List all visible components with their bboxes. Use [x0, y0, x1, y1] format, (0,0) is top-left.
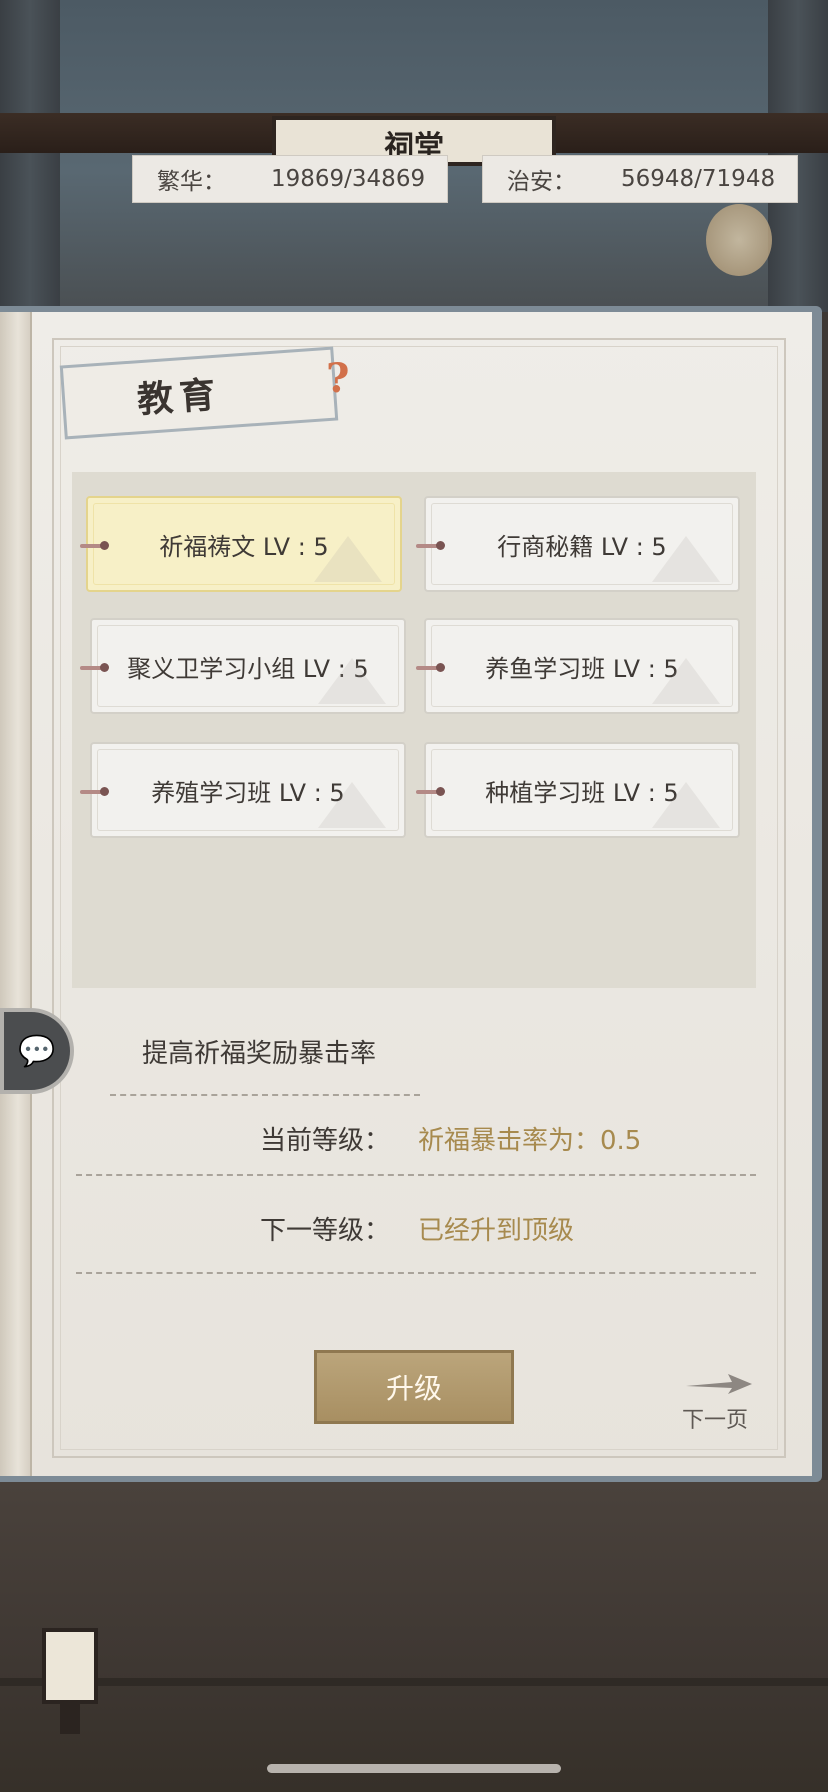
security-label: 治安： [507, 169, 576, 195]
security-value: 56948/71948 [621, 166, 776, 192]
connector-pin [416, 787, 445, 796]
connector-pin [80, 663, 109, 672]
panel-title: 教育 [135, 373, 223, 422]
next-page-button[interactable]: 下一页 [682, 1402, 748, 1434]
mountain-decoration [652, 782, 720, 828]
lamp-stand [60, 1704, 80, 1734]
skill-item-trade[interactable]: 行商秘籍 LV : 5 [424, 496, 740, 592]
connector-pin [416, 663, 445, 672]
skill-item-planting[interactable]: 种植学习班 LV : 5 [424, 742, 740, 838]
connector-pin [416, 541, 445, 550]
prosperity-label: 繁华： [157, 169, 226, 195]
divider [76, 1174, 756, 1176]
prosperity-value: 19869/34869 [271, 166, 426, 192]
next-level-label: 下一等级： [259, 1216, 390, 1246]
floor-divider [0, 1678, 828, 1686]
divider [76, 1272, 756, 1274]
connector-pin [80, 787, 109, 796]
divider [110, 1094, 420, 1096]
skill-description: 提高祈福奖励暴击率 [142, 1039, 377, 1069]
book-spine [0, 312, 32, 1476]
skill-label: 聚义卫学习小组 LV : 5 [127, 654, 369, 683]
current-level-label: 当前等级： [259, 1126, 390, 1156]
lantern-icon [706, 204, 772, 276]
skill-label: 行商秘籍 LV : 5 [497, 532, 667, 561]
floor-background [0, 1480, 828, 1792]
mountain-decoration [314, 536, 382, 582]
skill-item-prayer[interactable]: 祈福祷文 LV : 5 [86, 496, 402, 592]
current-level-value: 祈福暴击率为：0.5 [418, 1126, 642, 1156]
skill-label: 养鱼学习班 LV : 5 [485, 654, 679, 683]
next-level-value: 已经升到顶级 [418, 1216, 575, 1246]
mountain-decoration [652, 658, 720, 704]
mountain-decoration [652, 536, 720, 582]
arrow-right-icon[interactable] [684, 1370, 754, 1396]
skill-item-fish-farming[interactable]: 养鱼学习班 LV : 5 [424, 618, 740, 714]
skill-label: 祈福祷文 LV : 5 [159, 532, 329, 561]
connector-pin [80, 541, 109, 550]
prosperity-stat: 繁华： 19869/34869 [132, 155, 448, 203]
skill-item-guard-study[interactable]: 聚义卫学习小组 LV : 5 [90, 618, 406, 714]
lamp-icon [42, 1628, 98, 1704]
skill-label: 养殖学习班 LV : 5 [151, 778, 345, 807]
skill-item-livestock[interactable]: 养殖学习班 LV : 5 [90, 742, 406, 838]
education-book-panel: 教育 ? 祈福祷文 LV : 5 行商秘籍 LV : 5 聚义卫学习小组 LV … [0, 306, 822, 1482]
chat-bubble-icon: 💬 [18, 1033, 56, 1069]
help-question-icon[interactable]: ? [326, 356, 349, 402]
upgrade-button-label: 升级 [385, 1372, 442, 1405]
home-indicator[interactable] [267, 1764, 561, 1773]
upgrade-button[interactable]: 升级 [314, 1350, 514, 1424]
pillar-left [0, 0, 60, 312]
skill-label: 种植学习班 LV : 5 [485, 778, 679, 807]
mountain-decoration [318, 782, 386, 828]
security-stat: 治安： 56948/71948 [482, 155, 798, 203]
mountain-decoration [318, 658, 386, 704]
